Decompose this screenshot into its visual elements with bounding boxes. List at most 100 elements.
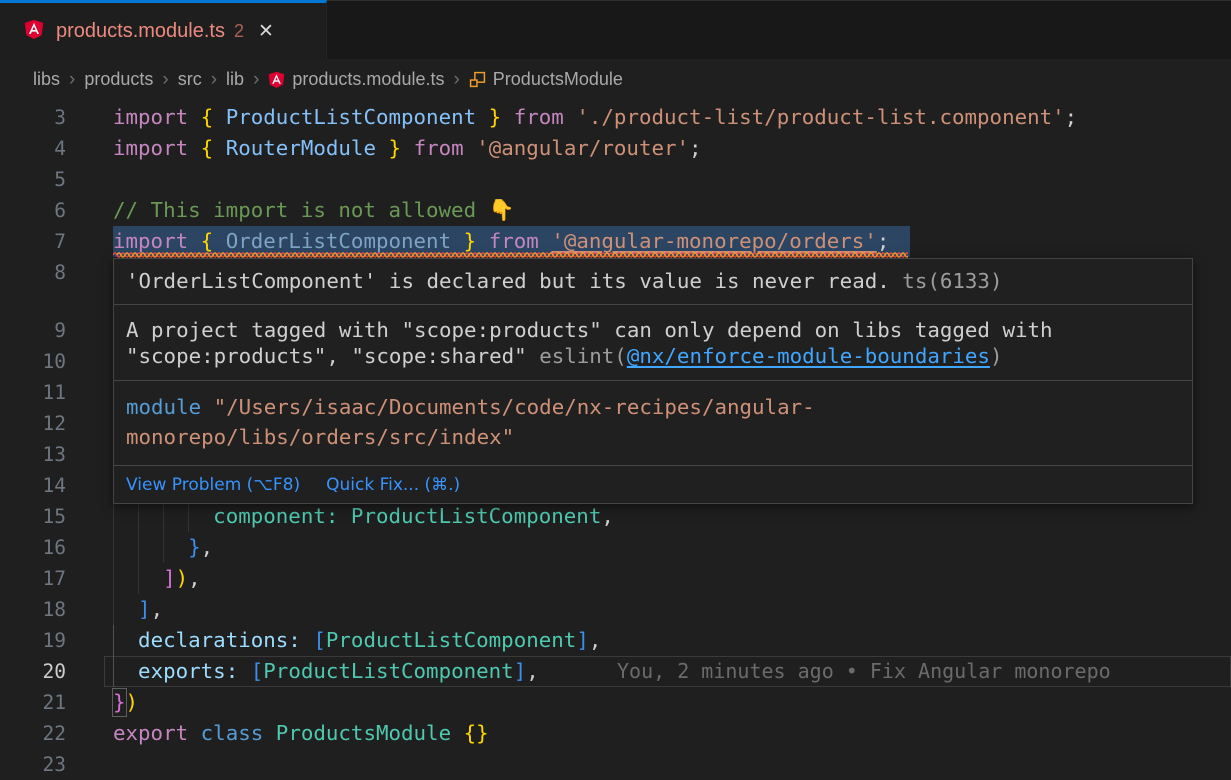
code-line-15[interactable]: 15 component: ProductListComponent, (0, 501, 1231, 532)
breadcrumb-item-lib[interactable]: lib (226, 69, 244, 90)
token: exports: (138, 659, 238, 683)
tooltip-text: 'OrderListComponent' is declared but its… (126, 269, 890, 293)
token: 👇 (489, 198, 515, 222)
breadcrumb-separator: › (211, 69, 217, 91)
line-number[interactable]: 11 (0, 377, 66, 408)
breadcrumb-label: src (178, 69, 202, 90)
breadcrumb-item-products-module-ts[interactable]: products.module.ts (268, 69, 444, 90)
line-number[interactable]: 10 (0, 346, 66, 377)
token: OrderListComponent (226, 229, 451, 253)
breadcrumb-item-libs[interactable]: libs (33, 69, 60, 90)
token: ProductListComponent (326, 628, 576, 652)
code-line-18[interactable]: 18 ], (0, 594, 1231, 625)
view-problem-action[interactable]: View Problem (⌥F8) (126, 475, 300, 495)
token: [ (251, 659, 264, 683)
token: { (201, 105, 214, 129)
token: ] (138, 597, 151, 621)
token (113, 597, 138, 621)
token: , (601, 504, 614, 528)
line-number[interactable]: 19 (0, 625, 66, 656)
line-number[interactable]: 16 (0, 532, 66, 563)
token: '@angular-monorepo/orders' (551, 229, 877, 253)
line-number[interactable]: 15 (0, 501, 66, 532)
code-line-20[interactable]: 20 exports: [ProductListComponent],You, … (0, 656, 1231, 687)
token: RouterModule (226, 136, 376, 160)
token (113, 628, 138, 652)
line-number[interactable]: 17 (0, 563, 66, 594)
code-line-5[interactable]: 5 (0, 164, 1231, 195)
line-number[interactable]: 14 (0, 470, 66, 501)
token (188, 721, 201, 745)
code-line-23[interactable]: 23 (0, 749, 1231, 780)
token: } (489, 105, 502, 129)
code-line-16[interactable]: 16 }, (0, 532, 1231, 563)
quick-fix-action[interactable]: Quick Fix... (⌘.) (326, 475, 460, 495)
breadcrumb-item-products[interactable]: products (84, 69, 153, 90)
code-line-7[interactable]: 7import { OrderListComponent } from '@an… (0, 226, 1231, 257)
eslint-rule-link[interactable]: @nx/enforce-module-boundaries (627, 344, 990, 368)
token (564, 105, 577, 129)
line-number[interactable]: 8 (0, 257, 66, 288)
tab-bar: products.module.ts 2 ✕ (0, 0, 1231, 59)
tab-problems-badge: 2 (234, 21, 244, 42)
token: from (514, 105, 564, 129)
vscode-window: products.module.ts 2 ✕ libs › products › src… (0, 0, 1231, 780)
tooltip-text: A project tagged with "scope:products" c… (126, 318, 1053, 342)
token: ProductListComponent (263, 659, 513, 683)
token (213, 105, 226, 129)
token: import (113, 229, 188, 253)
breadcrumb-item-productsmodule[interactable]: ProductsModule (469, 69, 623, 90)
line-number[interactable]: 21 (0, 687, 66, 718)
line-number[interactable]: 23 (0, 749, 66, 780)
code-line-3[interactable]: 3import { ProductListComponent } from '.… (0, 102, 1231, 133)
token: from (414, 136, 464, 160)
line-number[interactable]: 3 (0, 102, 66, 133)
tooltip-text: eslint( (539, 344, 627, 368)
breadcrumb-separator: › (69, 69, 75, 91)
token: ) (176, 566, 189, 590)
line-number[interactable]: 6 (0, 195, 66, 226)
token (263, 721, 276, 745)
token: ; (1065, 105, 1078, 129)
breadcrumb-item-src[interactable]: src (178, 69, 202, 90)
token (476, 105, 489, 129)
token (213, 136, 226, 160)
code-line-19[interactable]: 19 declarations: [ProductListComponent], (0, 625, 1231, 656)
token: // This import is not allowed (113, 198, 489, 222)
code-line-22[interactable]: 22export class ProductsModule {} (0, 718, 1231, 749)
token (451, 229, 464, 253)
line-number[interactable]: 18 (0, 594, 66, 625)
line-number[interactable]: 22 (0, 718, 66, 749)
token: { (201, 229, 214, 253)
code-line-21[interactable]: 21}) (0, 687, 1231, 718)
breadcrumb-label: products (84, 69, 153, 90)
eslint-error-message: A project tagged with "scope:products" c… (114, 304, 1192, 380)
token: ProductsModule (276, 721, 451, 745)
tooltip-text: "/Users/isaac/Documents/code/nx-recipes/… (201, 395, 815, 419)
token (476, 229, 489, 253)
breadcrumb-label: libs (33, 69, 60, 90)
tab-products-module[interactable]: products.module.ts 2 ✕ (0, 0, 327, 60)
close-icon[interactable]: ✕ (258, 22, 274, 41)
code-line-6[interactable]: 6 // This import is not allowed 👇 (0, 195, 1231, 226)
line-number[interactable]: 4 (0, 133, 66, 164)
line-number[interactable]: 5 (0, 164, 66, 195)
token: ProductListComponent (226, 105, 476, 129)
line-number[interactable]: 13 (0, 439, 66, 470)
token: , (188, 566, 201, 590)
tooltip-text: monorepo/libs/orders/src/index" (126, 425, 514, 449)
token (188, 105, 201, 129)
line-number[interactable]: 7 (0, 226, 66, 257)
line-number[interactable]: 20 (0, 656, 66, 687)
breadcrumb-separator: › (453, 69, 459, 91)
token (401, 136, 414, 160)
diagnostic-hover-tooltip: 'OrderListComponent' is declared but its… (113, 258, 1193, 504)
code-line-4[interactable]: 4import { RouterModule } from '@angular/… (0, 133, 1231, 164)
line-number[interactable]: 9 (0, 315, 66, 346)
token: ProductListComponent (351, 504, 601, 528)
token: from (489, 229, 539, 253)
code-line-17[interactable]: 17 ]), (0, 563, 1231, 594)
token: ) (126, 690, 139, 714)
token: ; (877, 229, 890, 253)
line-number[interactable]: 12 (0, 408, 66, 439)
